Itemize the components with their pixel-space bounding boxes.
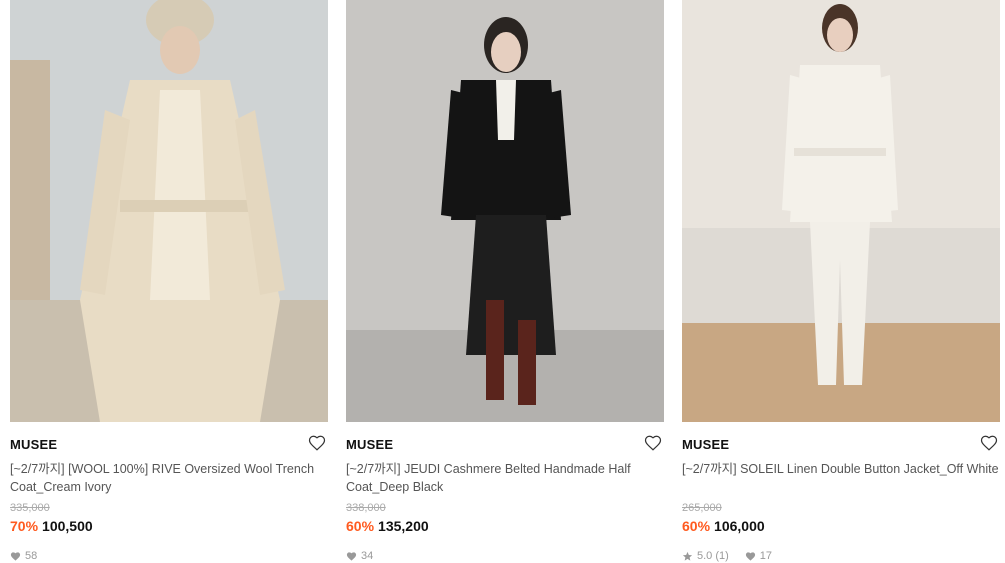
like-count: 17	[759, 550, 773, 562]
sale-price: 106,000	[714, 518, 765, 534]
discount-rate: 60%	[682, 518, 711, 534]
discount-rate: 70%	[10, 518, 39, 534]
product-card[interactable]: MUSEE [~2/7까지] SOLEIL Linen Double Butto…	[682, 0, 1000, 563]
rating-value: 5.0 (1)	[697, 550, 729, 562]
product-card[interactable]: MUSEE [~2/7까지] [WOOL 100%] RIVE Oversize…	[10, 0, 328, 563]
model-black-half-coat-image	[346, 0, 664, 422]
like-count: 58	[25, 550, 38, 562]
brand-name[interactable]: MUSEE	[346, 437, 393, 452]
heart-icon[interactable]	[644, 434, 662, 452]
discount-rate: 60%	[346, 518, 375, 534]
product-card[interactable]: MUSEE [~2/7까지] JEUDI Cashmere Belted Han…	[346, 0, 664, 563]
product-title[interactable]: [~2/7까지] [WOOL 100%] RIVE Oversized Wool…	[10, 460, 328, 498]
product-stats: 5.0 (1) 17	[682, 549, 1000, 563]
price-row: 60% 135,200	[346, 517, 664, 535]
like-count: 34	[361, 550, 374, 562]
heart-icon[interactable]	[308, 434, 326, 452]
product-image[interactable]	[10, 0, 328, 422]
model-white-linen-jacket-image	[682, 0, 1000, 422]
price-row: 70% 100,500	[10, 517, 328, 535]
product-title[interactable]: [~2/7까지] SOLEIL Linen Double Button Jack…	[682, 460, 1000, 498]
brand-name[interactable]: MUSEE	[10, 437, 57, 452]
product-stats: 58	[10, 549, 328, 563]
sale-price: 135,200	[378, 518, 429, 534]
original-price: 265,000	[682, 502, 722, 514]
brand-name[interactable]: MUSEE	[682, 437, 729, 452]
model-cream-trench-coat-image	[10, 0, 328, 422]
product-image[interactable]	[682, 0, 1000, 422]
heart-icon[interactable]	[980, 434, 998, 452]
original-price: 338,000	[346, 502, 386, 514]
product-image[interactable]	[346, 0, 664, 422]
product-title[interactable]: [~2/7까지] JEUDI Cashmere Belted Handmade …	[346, 460, 664, 498]
original-price: 335,000	[10, 502, 50, 514]
sale-price: 100,500	[42, 518, 93, 534]
price-row: 60% 106,000	[682, 517, 1000, 535]
product-stats: 34	[346, 549, 664, 563]
